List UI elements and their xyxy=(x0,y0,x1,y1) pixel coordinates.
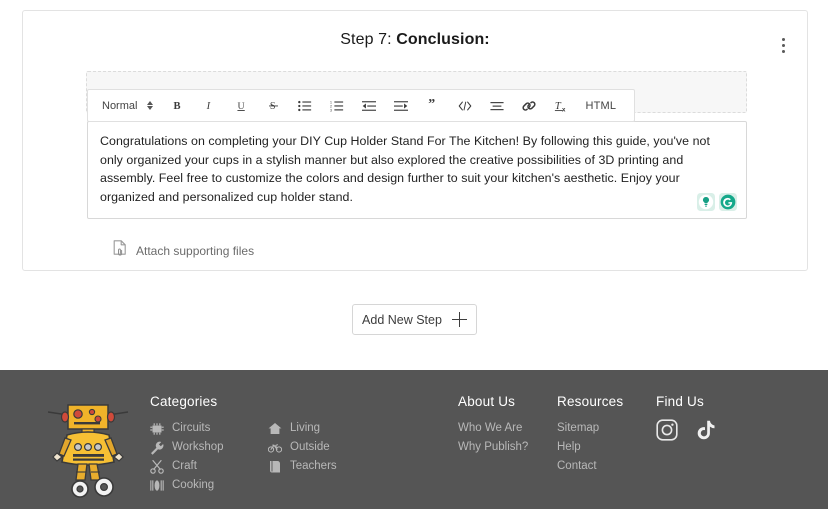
bulleted-list-icon[interactable] xyxy=(289,92,321,119)
step-number: Step 7: xyxy=(340,31,392,48)
instagram-icon[interactable] xyxy=(656,419,678,441)
editor-body-text: Congratulations on completing your DIY C… xyxy=(100,134,710,204)
svg-text:B: B xyxy=(173,101,180,112)
bold-icon[interactable]: B xyxy=(161,92,193,119)
plus-icon xyxy=(451,312,467,327)
svg-text:S: S xyxy=(270,101,276,112)
instructables-robot-mascot xyxy=(40,392,136,500)
writing-assistant-badges xyxy=(696,192,738,212)
clear-format-icon[interactable]: T x xyxy=(545,92,577,119)
footer-link-circuits[interactable]: Circuits xyxy=(150,419,260,438)
footer-link-label: Workshop xyxy=(172,441,224,453)
add-new-step-label: Add New Step xyxy=(362,312,442,327)
footer-link-who-we-are[interactable]: Who We Are xyxy=(458,419,528,438)
book-icon xyxy=(268,460,282,474)
footer-link-help[interactable]: Help xyxy=(557,438,623,457)
footer-find-us: Find Us xyxy=(656,394,716,441)
footer-link-craft[interactable]: Craft xyxy=(150,457,260,476)
scissors-icon xyxy=(150,459,164,474)
svg-text:I: I xyxy=(206,101,211,112)
footer-link-teachers[interactable]: Teachers xyxy=(268,457,378,476)
footer-link-label: Cooking xyxy=(172,479,215,491)
page-title: Step 7: Conclusion: xyxy=(23,31,807,49)
format-select[interactable]: Normal xyxy=(94,92,161,119)
grammarly-suggestion-icon[interactable] xyxy=(696,192,716,212)
wrench-icon xyxy=(150,441,164,455)
tiktok-icon[interactable] xyxy=(694,419,716,441)
footer-link-workshop[interactable]: Workshop xyxy=(150,438,260,457)
footer-link-living[interactable]: Living xyxy=(268,419,378,438)
footer-categories-title: Categories xyxy=(150,394,218,409)
editor-toolbar: Normal B I U S 1 2 3 ” T x HTML xyxy=(87,89,635,122)
kebab-menu-icon[interactable] xyxy=(773,33,793,57)
outdent-icon[interactable] xyxy=(353,92,385,119)
strikethrough-icon[interactable]: S xyxy=(257,92,289,119)
grammarly-logo-icon[interactable] xyxy=(718,192,738,212)
site-footer: Categories Circuits Living Workshop Outs… xyxy=(0,370,828,509)
add-new-step-button[interactable]: Add New Step xyxy=(352,304,477,335)
footer-resources: Resources Sitemap Help Contact xyxy=(557,394,623,476)
format-select-value: Normal xyxy=(102,99,138,112)
chevron-updown-icon xyxy=(147,101,154,110)
footer-about-us: About Us Who We Are Why Publish? xyxy=(458,394,528,457)
kebab-dot xyxy=(781,43,785,47)
footer-link-outside[interactable]: Outside xyxy=(268,438,378,457)
indent-icon[interactable] xyxy=(385,92,417,119)
footer-find-us-title: Find Us xyxy=(656,394,704,409)
footer-categories: Categories Circuits Living Workshop Outs… xyxy=(150,394,378,495)
footer-link-why-publish[interactable]: Why Publish? xyxy=(458,438,528,457)
footer-link-label: Teachers xyxy=(290,460,337,472)
code-icon[interactable] xyxy=(449,92,481,119)
footer-link-label: Living xyxy=(290,422,321,434)
step-title-label: Conclusion: xyxy=(396,31,490,48)
attach-supporting-files-label: Attach supporting files xyxy=(136,243,255,258)
link-icon[interactable] xyxy=(513,92,545,119)
cutlery-icon xyxy=(150,479,164,493)
svg-text:x: x xyxy=(562,106,566,113)
house-icon xyxy=(268,422,282,436)
rich-text-editor: Normal B I U S 1 2 3 ” T x HTML Congratu… xyxy=(87,89,747,219)
footer-about-title: About Us xyxy=(458,394,516,409)
bicycle-icon xyxy=(268,441,282,455)
circuit-chip-icon xyxy=(150,422,164,436)
numbered-list-icon[interactable]: 1 2 3 xyxy=(321,92,353,119)
attach-supporting-files-button[interactable]: Attach supporting files xyxy=(113,240,254,261)
attach-file-icon xyxy=(113,240,127,261)
step-card: Step 7: Conclusion: Normal B I U S 1 2 3… xyxy=(22,10,808,271)
blockquote-icon[interactable]: ” xyxy=(417,92,449,119)
underline-icon[interactable]: U xyxy=(225,92,257,119)
kebab-dot xyxy=(781,37,785,41)
footer-link-cooking[interactable]: Cooking xyxy=(150,476,260,495)
italic-icon[interactable]: I xyxy=(193,92,225,119)
footer-link-sitemap[interactable]: Sitemap xyxy=(557,419,623,438)
svg-text:3: 3 xyxy=(330,108,332,112)
align-icon[interactable] xyxy=(481,92,513,119)
footer-link-label: Outside xyxy=(290,441,330,453)
footer-link-label: Craft xyxy=(172,460,197,472)
svg-text:”: ” xyxy=(428,99,435,111)
footer-resources-title: Resources xyxy=(557,394,624,409)
html-button[interactable]: HTML xyxy=(577,92,624,119)
editor-text-area[interactable]: Congratulations on completing your DIY C… xyxy=(87,121,747,219)
footer-link-label: Circuits xyxy=(172,422,211,434)
kebab-dot xyxy=(781,49,785,53)
footer-link-contact[interactable]: Contact xyxy=(557,457,623,476)
